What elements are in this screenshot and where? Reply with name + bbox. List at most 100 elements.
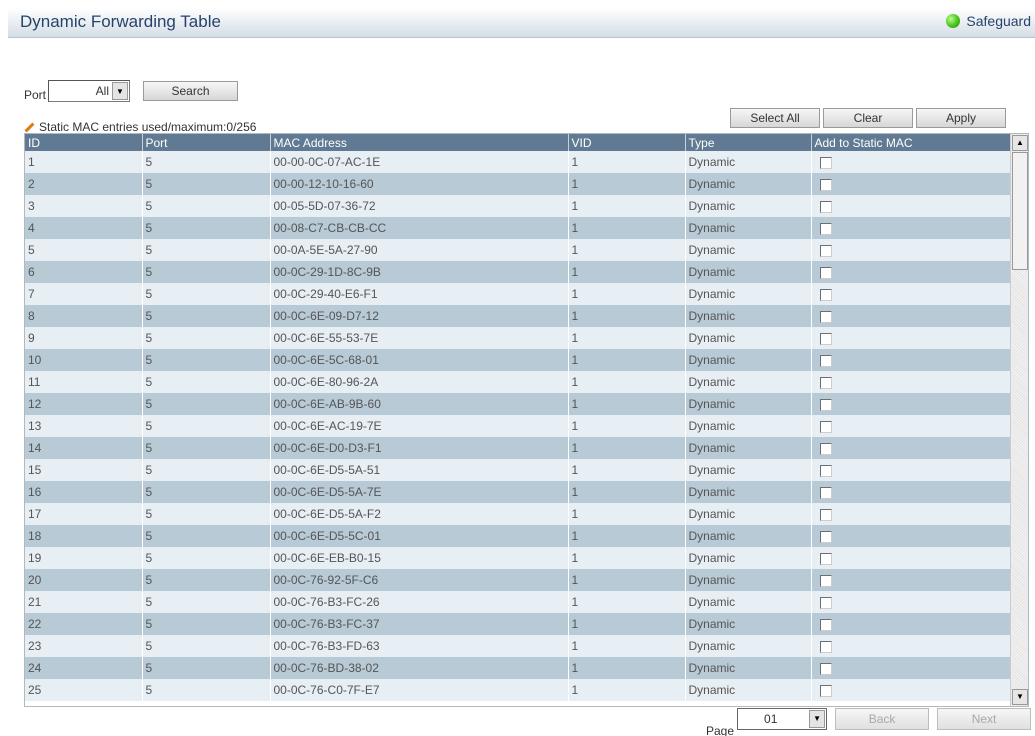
forwarding-table-container: ID Port MAC Address VID Type Add to Stat… (24, 133, 1029, 707)
cell-port: 5 (142, 591, 271, 613)
table-row: 7 5 00-0C-29-40-E6-F1 1 Dynamic (25, 283, 1011, 305)
cell-vid: 1 (568, 459, 686, 481)
cell-port: 5 (142, 459, 271, 481)
cell-type: Dynamic (685, 415, 812, 437)
cell-id: 1 (25, 151, 143, 173)
cell-mac-address: 00-0C-6E-D5-5C-01 (270, 525, 569, 547)
cell-port: 5 (142, 195, 271, 217)
cell-id: 17 (25, 503, 143, 525)
add-to-static-mac-checkbox[interactable] (819, 354, 832, 367)
safeguard-label: Safeguard (966, 13, 1031, 29)
back-button[interactable]: Back (835, 708, 930, 730)
cell-vid: 1 (568, 173, 686, 195)
add-to-static-mac-checkbox[interactable] (819, 244, 832, 257)
cell-type: Dynamic (685, 437, 812, 459)
cell-mac-address: 00-0C-6E-AB-9B-60 (270, 393, 569, 415)
static-mac-entries: Static MAC entries used/maximum:0/256 (24, 120, 256, 134)
cell-type: Dynamic (685, 393, 812, 415)
add-to-static-mac-checkbox[interactable] (819, 552, 832, 565)
table-row: 15 5 00-0C-6E-D5-5A-51 1 Dynamic (25, 459, 1011, 481)
add-to-static-mac-checkbox[interactable] (819, 156, 832, 169)
add-to-static-mac-checkbox[interactable] (819, 486, 832, 499)
cell-type: Dynamic (685, 173, 812, 195)
cell-add-to-static-mac (811, 481, 1011, 503)
apply-button[interactable]: Apply (916, 108, 1006, 128)
cell-add-to-static-mac (811, 239, 1011, 261)
add-to-static-mac-checkbox[interactable] (819, 508, 832, 521)
port-select[interactable]: All ▼ (48, 80, 131, 102)
select-all-button[interactable]: Select All (730, 108, 820, 128)
add-to-static-mac-checkbox[interactable] (819, 200, 832, 213)
cell-vid: 1 (568, 371, 686, 393)
add-to-static-mac-checkbox[interactable] (819, 222, 832, 235)
cell-type: Dynamic (685, 591, 812, 613)
cell-vid: 1 (568, 151, 686, 173)
cell-id: 6 (25, 261, 143, 283)
port-select-value: All (95, 84, 110, 98)
cell-port: 5 (142, 415, 271, 437)
scrollbar-thumb[interactable] (1012, 152, 1028, 270)
cell-vid: 1 (568, 217, 686, 239)
cell-mac-address: 00-0C-6E-09-D7-12 (270, 305, 569, 327)
table-header-row: ID Port MAC Address VID Type Add to Stat… (25, 134, 1011, 151)
table-scrollbar[interactable]: ▲ ▼ (1010, 134, 1028, 706)
table-row: 20 5 00-0C-76-92-5F-C6 1 Dynamic (25, 569, 1011, 591)
cell-vid: 1 (568, 635, 686, 657)
chevron-down-icon[interactable]: ▼ (809, 710, 826, 728)
add-to-static-mac-checkbox[interactable] (819, 266, 832, 279)
add-to-static-mac-checkbox[interactable] (819, 618, 832, 631)
add-to-static-mac-checkbox[interactable] (819, 420, 832, 433)
cell-type: Dynamic (685, 481, 812, 503)
add-to-static-mac-checkbox[interactable] (819, 684, 832, 697)
scroll-down-icon[interactable]: ▼ (1012, 689, 1028, 705)
table-row: 10 5 00-0C-6E-5C-68-01 1 Dynamic (25, 349, 1011, 371)
add-to-static-mac-checkbox[interactable] (819, 596, 832, 609)
page-select[interactable]: 01 ▼ (737, 708, 828, 730)
cell-mac-address: 00-0C-6E-55-53-7E (270, 327, 569, 349)
cell-id: 3 (25, 195, 143, 217)
cell-add-to-static-mac (811, 591, 1011, 613)
add-to-static-mac-checkbox[interactable] (819, 442, 832, 455)
clear-button[interactable]: Clear (823, 108, 913, 128)
cell-mac-address: 00-05-5D-07-36-72 (270, 195, 569, 217)
cell-id: 11 (25, 371, 143, 393)
cell-add-to-static-mac (811, 283, 1011, 305)
add-to-static-mac-checkbox[interactable] (819, 574, 832, 587)
add-to-static-mac-checkbox[interactable] (819, 310, 832, 323)
pencil-icon (24, 122, 34, 132)
table-row: 14 5 00-0C-6E-D0-D3-F1 1 Dynamic (25, 437, 1011, 459)
cell-add-to-static-mac (811, 569, 1011, 591)
add-to-static-mac-checkbox[interactable] (819, 662, 832, 675)
page-title: Dynamic Forwarding Table (20, 12, 221, 31)
cell-mac-address: 00-0C-76-92-5F-C6 (270, 569, 569, 591)
add-to-static-mac-checkbox[interactable] (819, 398, 832, 411)
add-to-static-mac-checkbox[interactable] (819, 288, 832, 301)
pagination: Page 01 ▼ Back Next (706, 708, 1032, 736)
cell-id: 23 (25, 635, 143, 657)
search-button[interactable]: Search (143, 81, 238, 101)
cell-vid: 1 (568, 393, 686, 415)
cell-id: 12 (25, 393, 143, 415)
cell-mac-address: 00-0C-29-40-E6-F1 (270, 283, 569, 305)
chevron-down-icon[interactable]: ▼ (112, 82, 129, 100)
table-row: 8 5 00-0C-6E-09-D7-12 1 Dynamic (25, 305, 1011, 327)
table-row: 2 5 00-00-12-10-16-60 1 Dynamic (25, 173, 1011, 195)
cell-id: 24 (25, 657, 143, 679)
add-to-static-mac-checkbox[interactable] (819, 640, 832, 653)
title-bar: Dynamic Forwarding Table Safeguard (8, 8, 1035, 38)
table-body: 1 5 00-00-0C-07-AC-1E 1 Dynamic 2 5 00-00-12-10… (25, 151, 1011, 701)
cell-port: 5 (142, 525, 271, 547)
add-to-static-mac-checkbox[interactable] (819, 332, 832, 345)
cell-mac-address: 00-0C-76-B3-FD-63 (270, 635, 569, 657)
add-to-static-mac-checkbox[interactable] (819, 464, 832, 477)
add-to-static-mac-checkbox[interactable] (819, 530, 832, 543)
add-to-static-mac-checkbox[interactable] (819, 178, 832, 191)
next-button[interactable]: Next (937, 708, 1032, 730)
cell-id: 25 (25, 679, 143, 701)
add-to-static-mac-checkbox[interactable] (819, 376, 832, 389)
cell-vid: 1 (568, 569, 686, 591)
cell-id: 4 (25, 217, 143, 239)
safeguard-status: Safeguard (946, 13, 1031, 29)
cell-port: 5 (142, 503, 271, 525)
scroll-up-icon[interactable]: ▲ (1012, 135, 1028, 151)
